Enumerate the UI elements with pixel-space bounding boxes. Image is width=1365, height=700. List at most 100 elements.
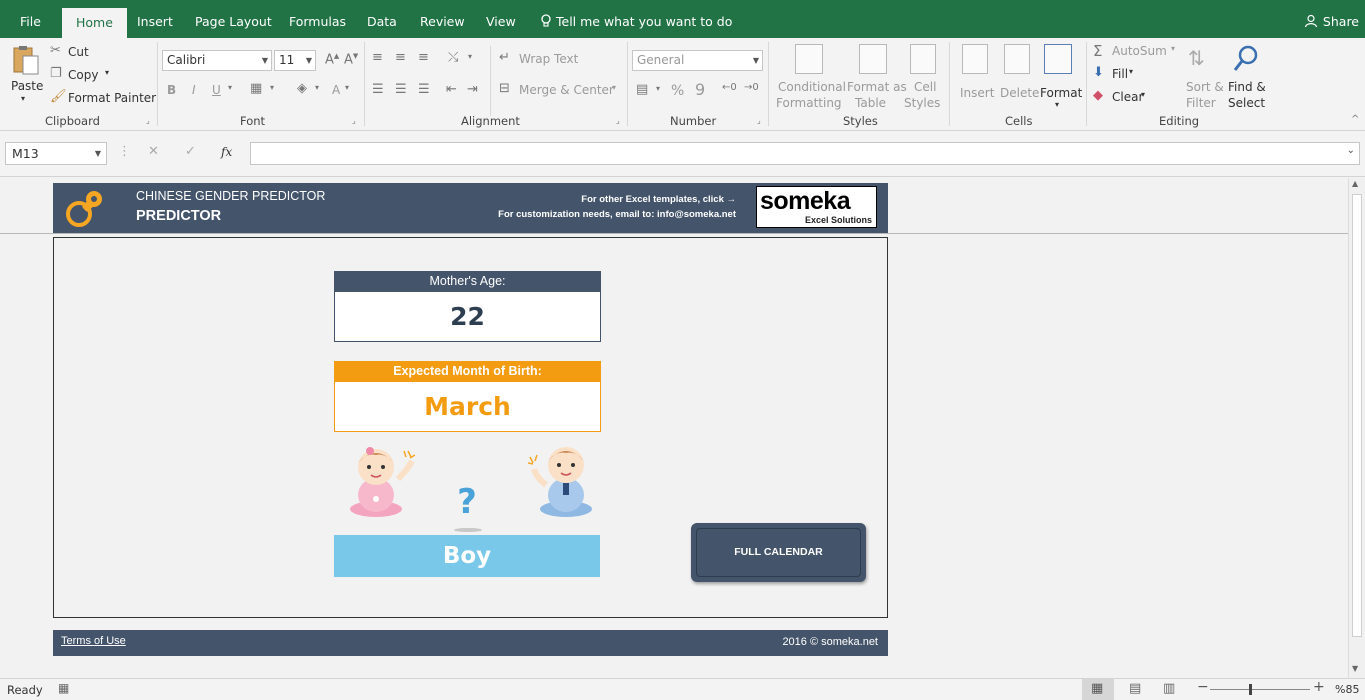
- contact-email[interactable]: For customization needs, email to: info@…: [498, 209, 736, 220]
- formula-input[interactable]: ⌄: [250, 142, 1360, 165]
- wrap-text-icon: ↵: [499, 50, 510, 65]
- tab-home[interactable]: Home: [62, 8, 127, 38]
- conditional-formatting-button[interactable]: Conditional Formatting: [774, 44, 846, 114]
- decrease-indent-icon[interactable]: ⇤: [446, 82, 457, 97]
- align-bottom-icon[interactable]: ≡: [418, 50, 429, 65]
- share-button[interactable]: Share: [1304, 0, 1359, 38]
- grow-font-icon[interactable]: A▲: [325, 52, 339, 67]
- logo-name: someka: [760, 187, 851, 215]
- dialog-launcher-icon[interactable]: ⌟: [146, 116, 150, 125]
- tab-insert[interactable]: Insert: [137, 0, 173, 38]
- format-painter-button[interactable]: 🖌 Format Painter: [50, 89, 156, 107]
- align-right-icon[interactable]: ☰: [418, 82, 430, 97]
- page-break-icon[interactable]: ▥: [1163, 681, 1175, 696]
- comma-button[interactable]: 9: [695, 80, 705, 99]
- tab-page-layout[interactable]: Page Layout: [195, 0, 272, 38]
- orientation-icon[interactable]: ⤯: [448, 50, 458, 65]
- bold-button[interactable]: B: [167, 83, 176, 97]
- delete-label: Delete: [1000, 86, 1040, 100]
- merge-center-button[interactable]: ⊟ Merge & Center ▾: [499, 81, 624, 99]
- zoom-level[interactable]: %85: [1335, 683, 1359, 696]
- font-name-select[interactable]: Calibri ▼: [162, 50, 272, 71]
- vertical-scrollbar[interactable]: ▲ ▼: [1348, 178, 1365, 678]
- chevron-down-icon: ▾: [105, 68, 110, 77]
- font-color-button[interactable]: A: [332, 83, 340, 97]
- enter-icon[interactable]: ✓: [185, 144, 196, 159]
- dialog-launcher-icon[interactable]: ⌟: [616, 116, 620, 125]
- clipboard-icon: [13, 46, 39, 75]
- format-cells-button[interactable]: Format ▾: [1038, 44, 1082, 114]
- cut-button[interactable]: ✂ Cut: [50, 43, 110, 61]
- font-size-select[interactable]: 11 ▼: [274, 50, 316, 71]
- formatting-label: Formatting: [776, 96, 842, 110]
- wrap-text-button[interactable]: ↵ Wrap Text: [499, 50, 589, 68]
- fill-color-icon[interactable]: ◈: [297, 81, 307, 96]
- sort-filter-button[interactable]: ⇅ Sort & Filter: [1184, 44, 1224, 114]
- grid-icon: ▦: [1091, 681, 1104, 696]
- cells-group-label: Cells: [1005, 114, 1033, 128]
- zoom-out-icon[interactable]: −: [1197, 679, 1209, 695]
- mothers-age-input[interactable]: 22: [334, 292, 601, 342]
- dialog-launcher-icon[interactable]: ⌟: [757, 116, 761, 125]
- format-label: Format: [1040, 86, 1083, 100]
- page-layout-icon[interactable]: ▤: [1129, 681, 1141, 696]
- shrink-font-icon[interactable]: A▼: [344, 52, 358, 67]
- italic-button[interactable]: I: [192, 83, 196, 97]
- cell-styles-button[interactable]: Cell Styles: [902, 44, 946, 114]
- clear-button[interactable]: ◆ Clear ▾: [1093, 88, 1153, 106]
- name-box[interactable]: M13 ▼: [5, 142, 107, 165]
- tab-formulas[interactable]: Formulas: [289, 0, 346, 38]
- fill-label: Fill: [1112, 67, 1129, 81]
- macro-record-icon[interactable]: ▦: [58, 681, 69, 695]
- zoom-in-icon[interactable]: +: [1313, 679, 1325, 695]
- delete-cells-button[interactable]: Delete: [998, 44, 1040, 114]
- increase-indent-icon[interactable]: ⇥: [467, 82, 478, 97]
- tab-file[interactable]: File: [20, 0, 41, 38]
- full-calendar-button[interactable]: FULL CALENDAR: [691, 523, 866, 582]
- paste-button[interactable]: Paste ▾: [8, 44, 44, 104]
- birth-month-input[interactable]: March: [334, 382, 601, 432]
- tab-view[interactable]: View: [486, 0, 516, 38]
- tab-review[interactable]: Review: [420, 0, 465, 38]
- filter-label: Filter: [1186, 96, 1216, 110]
- scissors-icon: ✂: [50, 43, 61, 58]
- align-top-icon[interactable]: ≡: [372, 50, 383, 65]
- zoom-slider-handle[interactable]: [1249, 684, 1252, 695]
- templates-link[interactable]: For other Excel templates, click →: [581, 194, 736, 205]
- terms-of-use-link[interactable]: Terms of Use: [61, 635, 126, 647]
- zoom-slider-track[interactable]: [1210, 689, 1310, 690]
- cancel-icon[interactable]: ✕: [148, 144, 159, 159]
- align-middle-icon[interactable]: ≡: [395, 50, 406, 65]
- sort-label: Sort &: [1186, 80, 1224, 94]
- borders-icon[interactable]: ▦: [250, 81, 262, 96]
- chevron-down-icon: ▾: [1171, 44, 1176, 53]
- scrollbar-thumb[interactable]: [1352, 194, 1362, 637]
- number-format-select[interactable]: General ▼: [632, 50, 763, 71]
- dialog-launcher-icon[interactable]: ⌟: [352, 116, 356, 125]
- decrease-decimal-icon[interactable]: →0: [744, 82, 759, 93]
- format-as-table-button[interactable]: Format as Table: [845, 44, 907, 114]
- align-left-icon[interactable]: ☰: [372, 82, 384, 97]
- collapse-ribbon-icon[interactable]: ^: [1351, 114, 1359, 125]
- autosum-button[interactable]: Σ AutoSum ▾: [1093, 42, 1183, 60]
- increase-decimal-icon[interactable]: ←0: [722, 82, 737, 93]
- tab-data[interactable]: Data: [367, 0, 397, 38]
- scroll-up-icon[interactable]: ▲: [1352, 179, 1358, 188]
- tell-me-search[interactable]: Tell me what you want to do: [540, 0, 732, 38]
- scroll-down-icon[interactable]: ▼: [1352, 664, 1358, 673]
- underline-button[interactable]: U: [212, 83, 221, 97]
- currency-icon[interactable]: ▤: [636, 82, 648, 97]
- percent-button[interactable]: %: [671, 83, 684, 99]
- copy-button[interactable]: ❐ Copy ▾: [50, 66, 120, 84]
- banner-subtitle: CHINESE GENDER PREDICTOR: [136, 189, 326, 203]
- expand-formula-icon[interactable]: ⌄: [1347, 145, 1355, 156]
- normal-view-button[interactable]: ▦: [1082, 679, 1114, 700]
- someka-logo[interactable]: someka Excel Solutions: [756, 186, 877, 228]
- insert-function-button[interactable]: fx: [221, 145, 232, 159]
- align-center-icon[interactable]: ☰: [395, 82, 407, 97]
- fill-button[interactable]: ⬇ Fill ▾: [1093, 65, 1143, 83]
- find-select-button[interactable]: Find & Select: [1226, 44, 1272, 114]
- insert-cells-button[interactable]: Insert: [956, 44, 996, 114]
- worksheet[interactable]: CHINESE GENDER PREDICTOR PREDICTOR For o…: [0, 178, 1348, 678]
- predictor-panel: Mother's Age: 22 Expected Month of Birth…: [53, 237, 888, 618]
